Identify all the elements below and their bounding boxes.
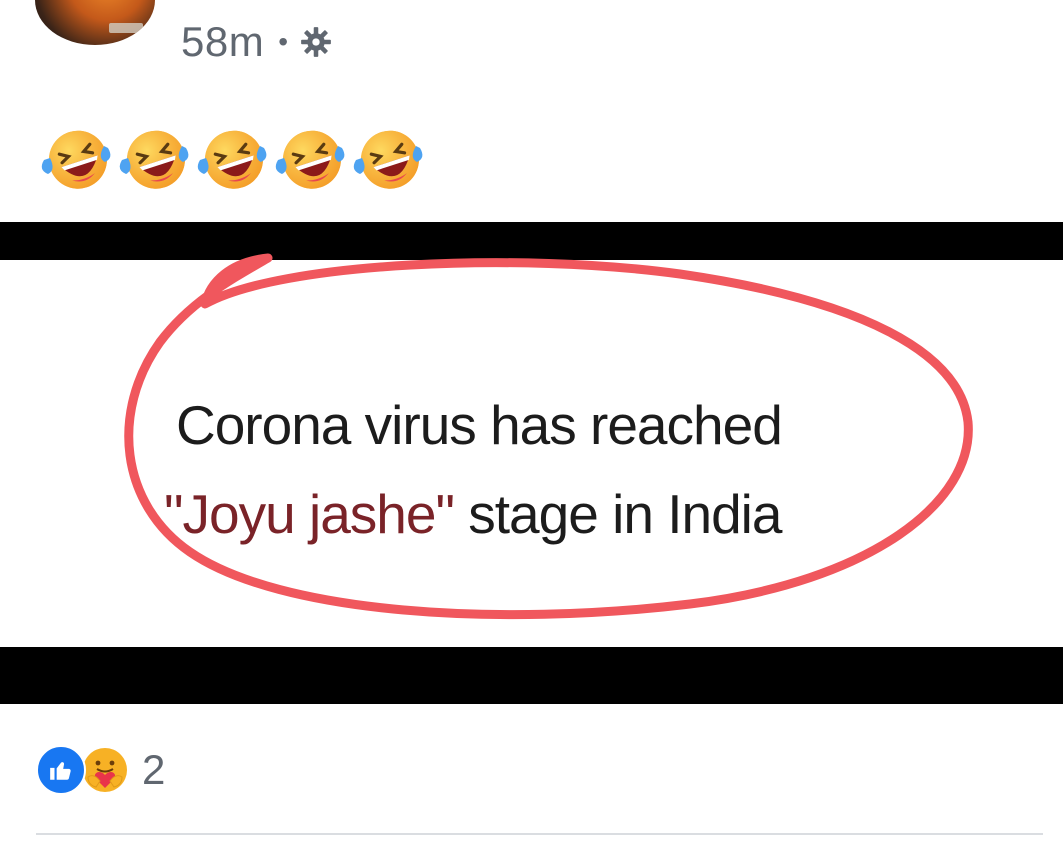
reaction-count[interactable]: 2 xyxy=(142,746,165,794)
meme-line-2-rest: stage in India xyxy=(454,483,782,545)
laughing-crying-emoji-icon xyxy=(353,130,423,189)
post-image[interactable]: Corona virus has reached "Joyu jashe" st… xyxy=(0,222,1063,704)
meme-highlight-text: "Joyu jashe" xyxy=(164,483,455,545)
laughing-crying-emoji-icon xyxy=(275,130,345,189)
meme-panel: Corona virus has reached "Joyu jashe" st… xyxy=(0,260,1063,647)
reactions-summary[interactable]: 2 xyxy=(36,745,165,795)
post-meta: 58m • xyxy=(181,14,333,70)
avatar-sign xyxy=(109,23,143,33)
avatar[interactable] xyxy=(35,0,155,45)
care-icon xyxy=(80,745,130,795)
gear-icon[interactable] xyxy=(299,25,333,59)
post-text-emojis xyxy=(38,122,428,194)
laughing-crying-emoji-icon xyxy=(41,130,111,189)
meta-separator: • xyxy=(278,26,289,57)
meme-line-2: "Joyu jashe" stage in India xyxy=(164,482,1063,546)
divider xyxy=(36,833,1043,835)
laughing-crying-emoji-icon xyxy=(119,130,189,189)
like-icon xyxy=(36,745,86,795)
laughing-crying-emoji-icon xyxy=(197,130,267,189)
post-card: 58m • Corona virus has reached "Joyu jas… xyxy=(0,0,1063,860)
post-timestamp[interactable]: 58m xyxy=(181,18,264,66)
meme-line-1: Corona virus has reached xyxy=(176,394,783,456)
